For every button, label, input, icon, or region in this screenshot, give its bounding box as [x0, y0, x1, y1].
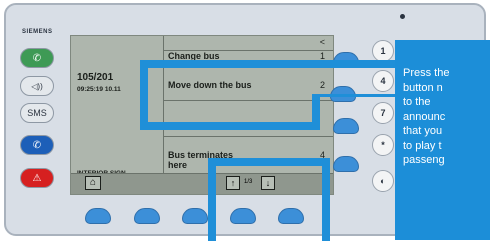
highlight-link — [312, 94, 398, 97]
highlight-box-top — [208, 158, 330, 166]
keypad-key-function[interactable]: ◐ — [372, 170, 394, 192]
arrow-up-icon[interactable]: ↑ — [226, 176, 240, 190]
emergency-button[interactable]: ⚠ — [20, 168, 54, 188]
sms-button[interactable]: SMS — [20, 103, 54, 123]
keypad-key-1[interactable]: 1 — [372, 40, 394, 62]
softkey-bottom-4[interactable] — [230, 208, 256, 224]
softkey-right-3[interactable] — [333, 118, 359, 134]
highlight-frame-left — [140, 60, 148, 130]
stop-number: 105/201 — [77, 72, 114, 83]
softkey-right-4[interactable] — [333, 156, 359, 172]
status-bar: ⌂ ↑ 1/3 ↓ — [71, 173, 333, 194]
keypad-key-4[interactable]: 4 — [372, 70, 394, 92]
highlight-box-right — [322, 158, 330, 241]
back-arrow: < — [319, 37, 325, 47]
softkey-bottom-5[interactable] — [278, 208, 304, 224]
sms-label: SMS — [27, 108, 47, 118]
home-icon[interactable]: ⌂ — [85, 176, 101, 190]
arrow-down-icon[interactable]: ↓ — [261, 176, 275, 190]
highlight-frame-top — [140, 60, 402, 68]
handset-icon: ✆ — [32, 139, 42, 151]
time-readout: 09:25:19 10.11 — [77, 86, 121, 93]
list-item[interactable]: Bus terminates here 4 — [164, 136, 333, 176]
softkey-bottom-1[interactable] — [85, 208, 111, 224]
announcement-list: < Change bus 1 Move down the bus 2 Bus ter… — [163, 36, 333, 174]
handset-button[interactable]: ✆ — [20, 135, 54, 155]
highlight-frame-bottom — [140, 122, 320, 130]
highlight-box-left — [208, 158, 216, 241]
page-indicator: 1/3 — [244, 179, 253, 185]
list-item[interactable] — [164, 100, 333, 137]
instruction-text: Press the button n to the announc that y… — [403, 67, 450, 166]
highlight-frame-right — [312, 94, 320, 130]
keypad-key-7[interactable]: 7 — [372, 102, 394, 124]
status-led — [400, 14, 405, 19]
softkey-bottom-3[interactable] — [182, 208, 208, 224]
speaker-icon: ◁)) — [31, 81, 43, 91]
display-screen: 105/201 09:25:19 10.11 INTERIOR SIGN < C… — [70, 35, 334, 195]
brand-logo: SIEMENS — [22, 29, 53, 35]
phone-icon: ✆ — [32, 52, 42, 64]
list-item-selected[interactable]: Move down the bus 2 — [164, 64, 333, 101]
keypad-key-star[interactable]: * — [372, 134, 394, 156]
softkey-bottom-2[interactable] — [134, 208, 160, 224]
speaker-button[interactable]: ◁)) — [20, 76, 54, 96]
list-item[interactable]: < — [164, 36, 333, 51]
call-button[interactable]: ✆ — [20, 48, 54, 68]
warning-icon: ⚠ — [32, 172, 42, 184]
